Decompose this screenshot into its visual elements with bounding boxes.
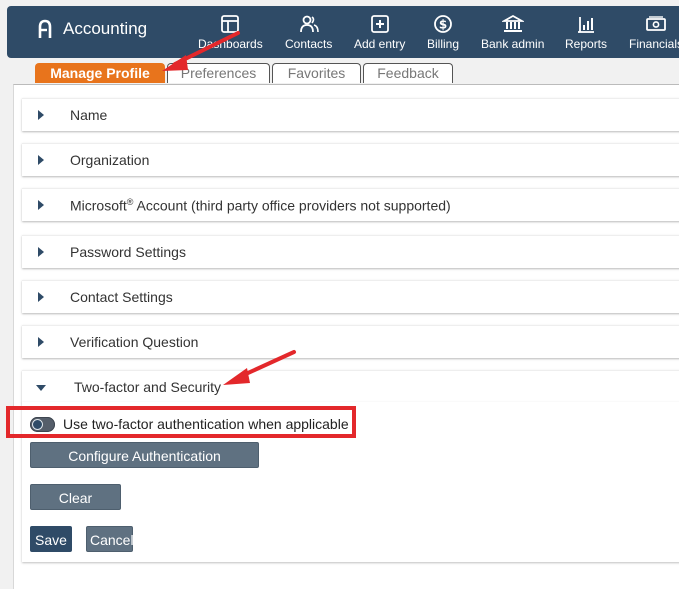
logo-icon — [38, 19, 52, 38]
configure-authentication-app-button[interactable]: Configure Authentication Application — [30, 442, 259, 490]
nav-label: Contacts — [285, 37, 333, 51]
nav-bank-admin[interactable]: Bank admin — [481, 14, 544, 51]
tab-feedback[interactable]: Feedback — [363, 63, 453, 83]
caret-right-icon — [38, 200, 44, 210]
tab-favorites[interactable]: Favorites — [272, 63, 361, 83]
nav-dashboards[interactable]: Dashboards — [198, 14, 263, 51]
panel-microsoft-account[interactable]: Microsoft® Account (third party office p… — [22, 188, 679, 221]
nav-billing[interactable]: $ Billing — [427, 14, 459, 51]
contacts-icon — [299, 15, 319, 33]
nav-label: Add entry — [354, 37, 406, 51]
panel-password-settings[interactable]: Password Settings — [22, 235, 679, 268]
panel-label: Verification Question — [70, 334, 199, 350]
panel-two-factor-security[interactable]: Two-factor and Security — [22, 370, 679, 403]
nav-financials[interactable]: Financials — [629, 14, 679, 51]
cancel-button[interactable]: Cancel — [86, 526, 134, 552]
nav-label: Reports — [565, 37, 608, 51]
caret-right-icon — [38, 155, 44, 165]
top-navigation-bar: Accounting Dashboards Contacts Add entry… — [7, 6, 679, 58]
panel-label: Name — [70, 107, 108, 123]
brand[interactable]: Accounting — [37, 19, 147, 39]
nav-label: Bank admin — [481, 37, 545, 51]
panel-contact-settings[interactable]: Contact Settings — [22, 280, 679, 313]
nav-label: Dashboards — [198, 37, 263, 51]
nav-label: Billing — [427, 37, 460, 51]
annotation-highlight-box — [6, 406, 356, 438]
clear-devices-button[interactable]: Clear Devices — [30, 484, 121, 532]
panel-label: Microsoft® Account (third party office p… — [70, 197, 451, 214]
tab-preferences[interactable]: Preferences — [167, 63, 270, 83]
nav-reports[interactable]: Reports — [565, 14, 607, 51]
caret-down-icon — [36, 385, 46, 391]
dollar-icon: $ — [434, 15, 452, 33]
bar-chart-icon — [578, 17, 595, 33]
nav-add-entry[interactable]: Add entry — [354, 14, 405, 51]
dashboard-icon — [221, 15, 240, 33]
financials-icon — [646, 16, 666, 31]
save-button[interactable]: Save — [30, 526, 72, 552]
caret-right-icon — [38, 110, 44, 120]
bank-icon — [501, 14, 524, 32]
tab-manage-profile[interactable]: Manage Profile — [35, 63, 165, 83]
caret-right-icon — [38, 337, 44, 347]
profile-tabs: Manage Profile Preferences Favorites Fee… — [35, 63, 455, 84]
app-name: Accounting — [63, 19, 148, 38]
panel-label: Contact Settings — [70, 289, 173, 305]
panel-label: Two-factor and Security — [74, 379, 222, 395]
svg-text:$: $ — [439, 18, 447, 32]
panel-name[interactable]: Name — [22, 98, 679, 131]
caret-right-icon — [38, 247, 44, 257]
nav-contacts[interactable]: Contacts — [285, 14, 332, 51]
nav-label: Financials — [629, 37, 679, 51]
panel-organization[interactable]: Organization — [22, 143, 679, 176]
add-entry-icon — [370, 15, 389, 33]
panel-label: Organization — [70, 152, 150, 168]
panel-verification-question[interactable]: Verification Question — [22, 325, 679, 358]
panel-label: Password Settings — [70, 244, 186, 260]
profile-content: Name Organization Microsoft® Account (th… — [6, 84, 679, 589]
caret-right-icon — [38, 292, 44, 302]
